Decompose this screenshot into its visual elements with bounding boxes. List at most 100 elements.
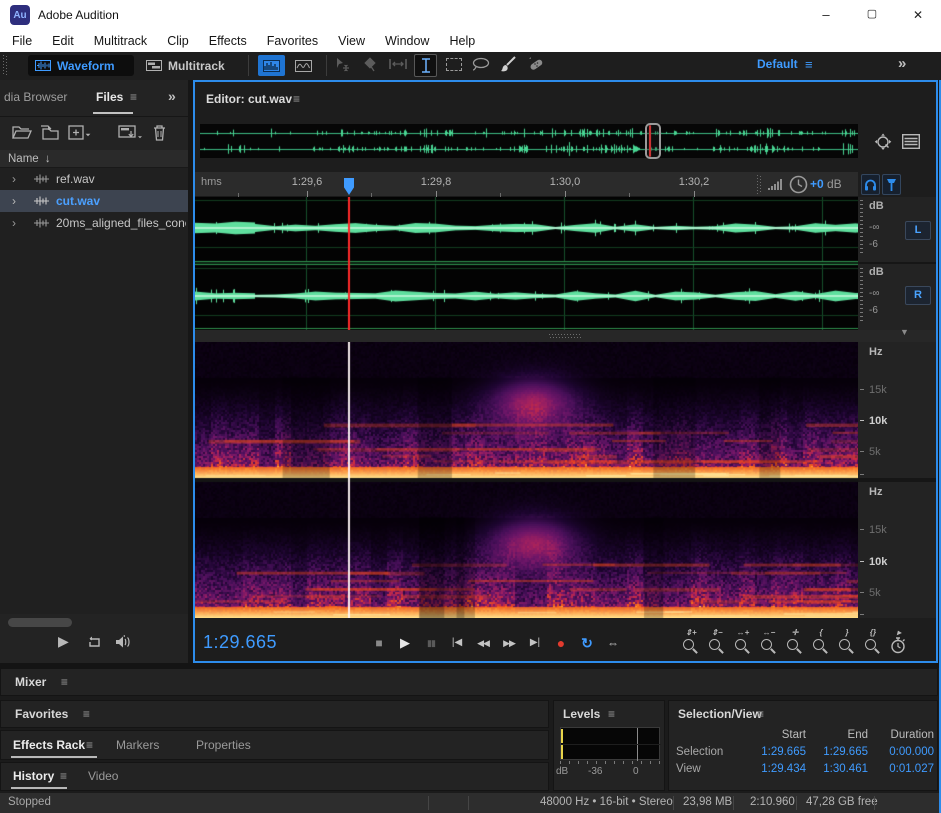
pin-marker-button[interactable] <box>882 174 901 195</box>
zoom-out-point-button[interactable]: } <box>834 628 860 658</box>
menu-favorites[interactable]: Favorites <box>257 30 328 52</box>
tab-effects-rack[interactable]: Effects Rack <box>13 738 85 752</box>
effects-rack-menu-icon[interactable]: ≡ <box>86 738 93 752</box>
marquee-selection-tool[interactable] <box>446 58 462 71</box>
workspace-selector[interactable]: Default <box>757 57 798 71</box>
zoom-in-amplitude-button[interactable]: ⇕+ <box>678 628 704 658</box>
menu-effects[interactable]: Effects <box>199 30 257 52</box>
skip-selection-button[interactable]: ⇔ <box>600 628 626 658</box>
gain-value[interactable]: +0 <box>810 177 824 191</box>
menu-clip[interactable]: Clip <box>157 30 199 52</box>
skip-to-end-button[interactable]: ▶| <box>522 628 548 658</box>
zoom-selection-button[interactable]: {} <box>860 628 886 658</box>
waveform-display[interactable] <box>195 197 858 330</box>
overview-view-indicator[interactable] <box>645 123 661 159</box>
pause-button[interactable]: ▮▮ <box>418 628 444 658</box>
files-name-header[interactable]: Name ↓ <box>0 150 188 168</box>
monitor-headphones-button[interactable] <box>861 174 880 195</box>
zoom-out-amplitude-button[interactable]: ⇕− <box>704 628 730 658</box>
tab-markers[interactable]: Markers <box>116 738 159 752</box>
view-start-value[interactable]: 1:29.434 <box>748 763 806 775</box>
minimize-button[interactable]: – <box>803 0 849 30</box>
level-meter-icon[interactable] <box>768 177 784 191</box>
spectral-waveform-toggle[interactable] <box>258 55 285 76</box>
timer-button[interactable]: ▸ <box>886 628 912 658</box>
file-row-20ms[interactable]: › 20ms_aligned_files_conc <box>0 212 188 234</box>
splitter-collapse-arrow-icon[interactable]: ▼ <box>900 327 909 337</box>
selection-duration-value[interactable]: 0:00.000 <box>868 746 934 758</box>
editor-list-icon[interactable] <box>902 134 920 149</box>
multitrack-view-button[interactable]: Multitrack <box>140 55 242 76</box>
file-row-ref[interactable]: › ref.wav <box>0 168 188 190</box>
razor-tool[interactable] <box>362 57 378 73</box>
editor-menu-icon[interactable]: ≡ <box>293 92 300 106</box>
close-button[interactable]: ✕ <box>895 0 941 30</box>
waveform-view-button[interactable]: Waveform <box>28 55 134 76</box>
tab-properties[interactable]: Properties <box>196 738 251 752</box>
delete-file-button[interactable] <box>152 124 167 141</box>
expand-chevron-icon[interactable]: › <box>12 194 26 208</box>
tab-media-browser[interactable]: dia Browser <box>4 90 67 104</box>
right-channel-button[interactable]: R <box>905 286 931 305</box>
zoom-navigate-button[interactable]: ✛ <box>782 628 808 658</box>
menu-multitrack[interactable]: Multitrack <box>84 30 157 52</box>
toolbar-overflow-chevron[interactable]: » <box>898 55 906 72</box>
favorites-panel-header[interactable]: Favorites ≡ <box>0 700 549 728</box>
view-end-value[interactable]: 1:30.461 <box>806 763 868 775</box>
zoom-out-time-button[interactable]: ↔− <box>756 628 782 658</box>
new-file-button[interactable] <box>68 125 92 141</box>
levels-menu-icon[interactable]: ≡ <box>608 707 615 721</box>
import-file-button[interactable] <box>40 125 61 140</box>
mixer-panel-header[interactable]: Mixer ≡ <box>0 668 938 696</box>
open-file-button[interactable] <box>12 125 32 140</box>
toolbar-grip[interactable] <box>3 55 8 76</box>
lasso-selection-tool[interactable] <box>472 57 491 72</box>
menu-window[interactable]: Window <box>375 30 439 52</box>
favorites-menu-icon[interactable]: ≡ <box>83 707 90 721</box>
menu-help[interactable]: Help <box>439 30 485 52</box>
ruler-grip[interactable] <box>757 175 762 194</box>
expand-chevron-icon[interactable]: › <box>12 216 26 230</box>
workspace-menu-icon[interactable]: ≡ <box>805 57 813 72</box>
menu-view[interactable]: View <box>328 30 375 52</box>
spectral-display-toggle[interactable] <box>290 55 317 76</box>
stop-button[interactable]: ■ <box>366 628 392 658</box>
tab-history[interactable]: History <box>13 769 54 783</box>
fast-forward-button[interactable]: ▶▶ <box>496 628 522 658</box>
play-button[interactable]: ▶ <box>392 628 418 658</box>
move-tool[interactable] <box>334 57 352 73</box>
tab-video[interactable]: Video <box>88 769 118 783</box>
selection-view-menu-icon[interactable]: ≡ <box>757 707 764 721</box>
tab-files[interactable]: Files <box>96 90 123 104</box>
spot-healing-brush-tool[interactable] <box>526 56 545 73</box>
insert-into-multitrack-button[interactable] <box>118 125 144 141</box>
menu-file[interactable]: File <box>2 30 42 52</box>
selection-end-value[interactable]: 1:29.665 <box>806 746 868 758</box>
left-channel-button[interactable]: L <box>905 221 931 240</box>
zoom-in-time-button[interactable]: ↔+ <box>730 628 756 658</box>
view-duration-value[interactable]: 0:01.027 <box>868 763 934 775</box>
selection-start-value[interactable]: 1:29.665 <box>748 746 806 758</box>
files-hscrollbar[interactable] <box>8 618 72 627</box>
zoom-in-point-button[interactable]: { <box>808 628 834 658</box>
loop-playback-button[interactable]: ↻ <box>574 628 600 658</box>
maximize-button[interactable]: ▢ <box>849 0 895 30</box>
rewind-button[interactable]: ◀◀ <box>470 628 496 658</box>
paintbrush-tool[interactable] <box>500 56 517 73</box>
zoom-navigate-icon[interactable] <box>872 133 894 151</box>
time-selection-tool[interactable] <box>414 54 437 77</box>
spectrogram-display[interactable] <box>195 342 858 618</box>
files-panel-menu-icon[interactable]: ≡ <box>130 90 137 104</box>
menu-edit[interactable]: Edit <box>42 30 84 52</box>
files-autoplay-speaker-icon[interactable] <box>114 635 132 649</box>
mixer-menu-icon[interactable]: ≡ <box>61 675 68 689</box>
expand-chevron-icon[interactable]: › <box>12 172 26 186</box>
overview-waveform[interactable] <box>200 124 858 158</box>
files-panel-overflow-chevron[interactable]: » <box>168 88 176 104</box>
clock-icon[interactable] <box>789 175 808 194</box>
skip-to-start-button[interactable]: |◀ <box>444 628 470 658</box>
record-button[interactable]: ● <box>548 628 574 658</box>
file-row-cut-selected[interactable]: › cut.wav <box>0 190 188 212</box>
slip-tool[interactable] <box>388 57 408 71</box>
history-menu-icon[interactable]: ≡ <box>60 769 67 783</box>
